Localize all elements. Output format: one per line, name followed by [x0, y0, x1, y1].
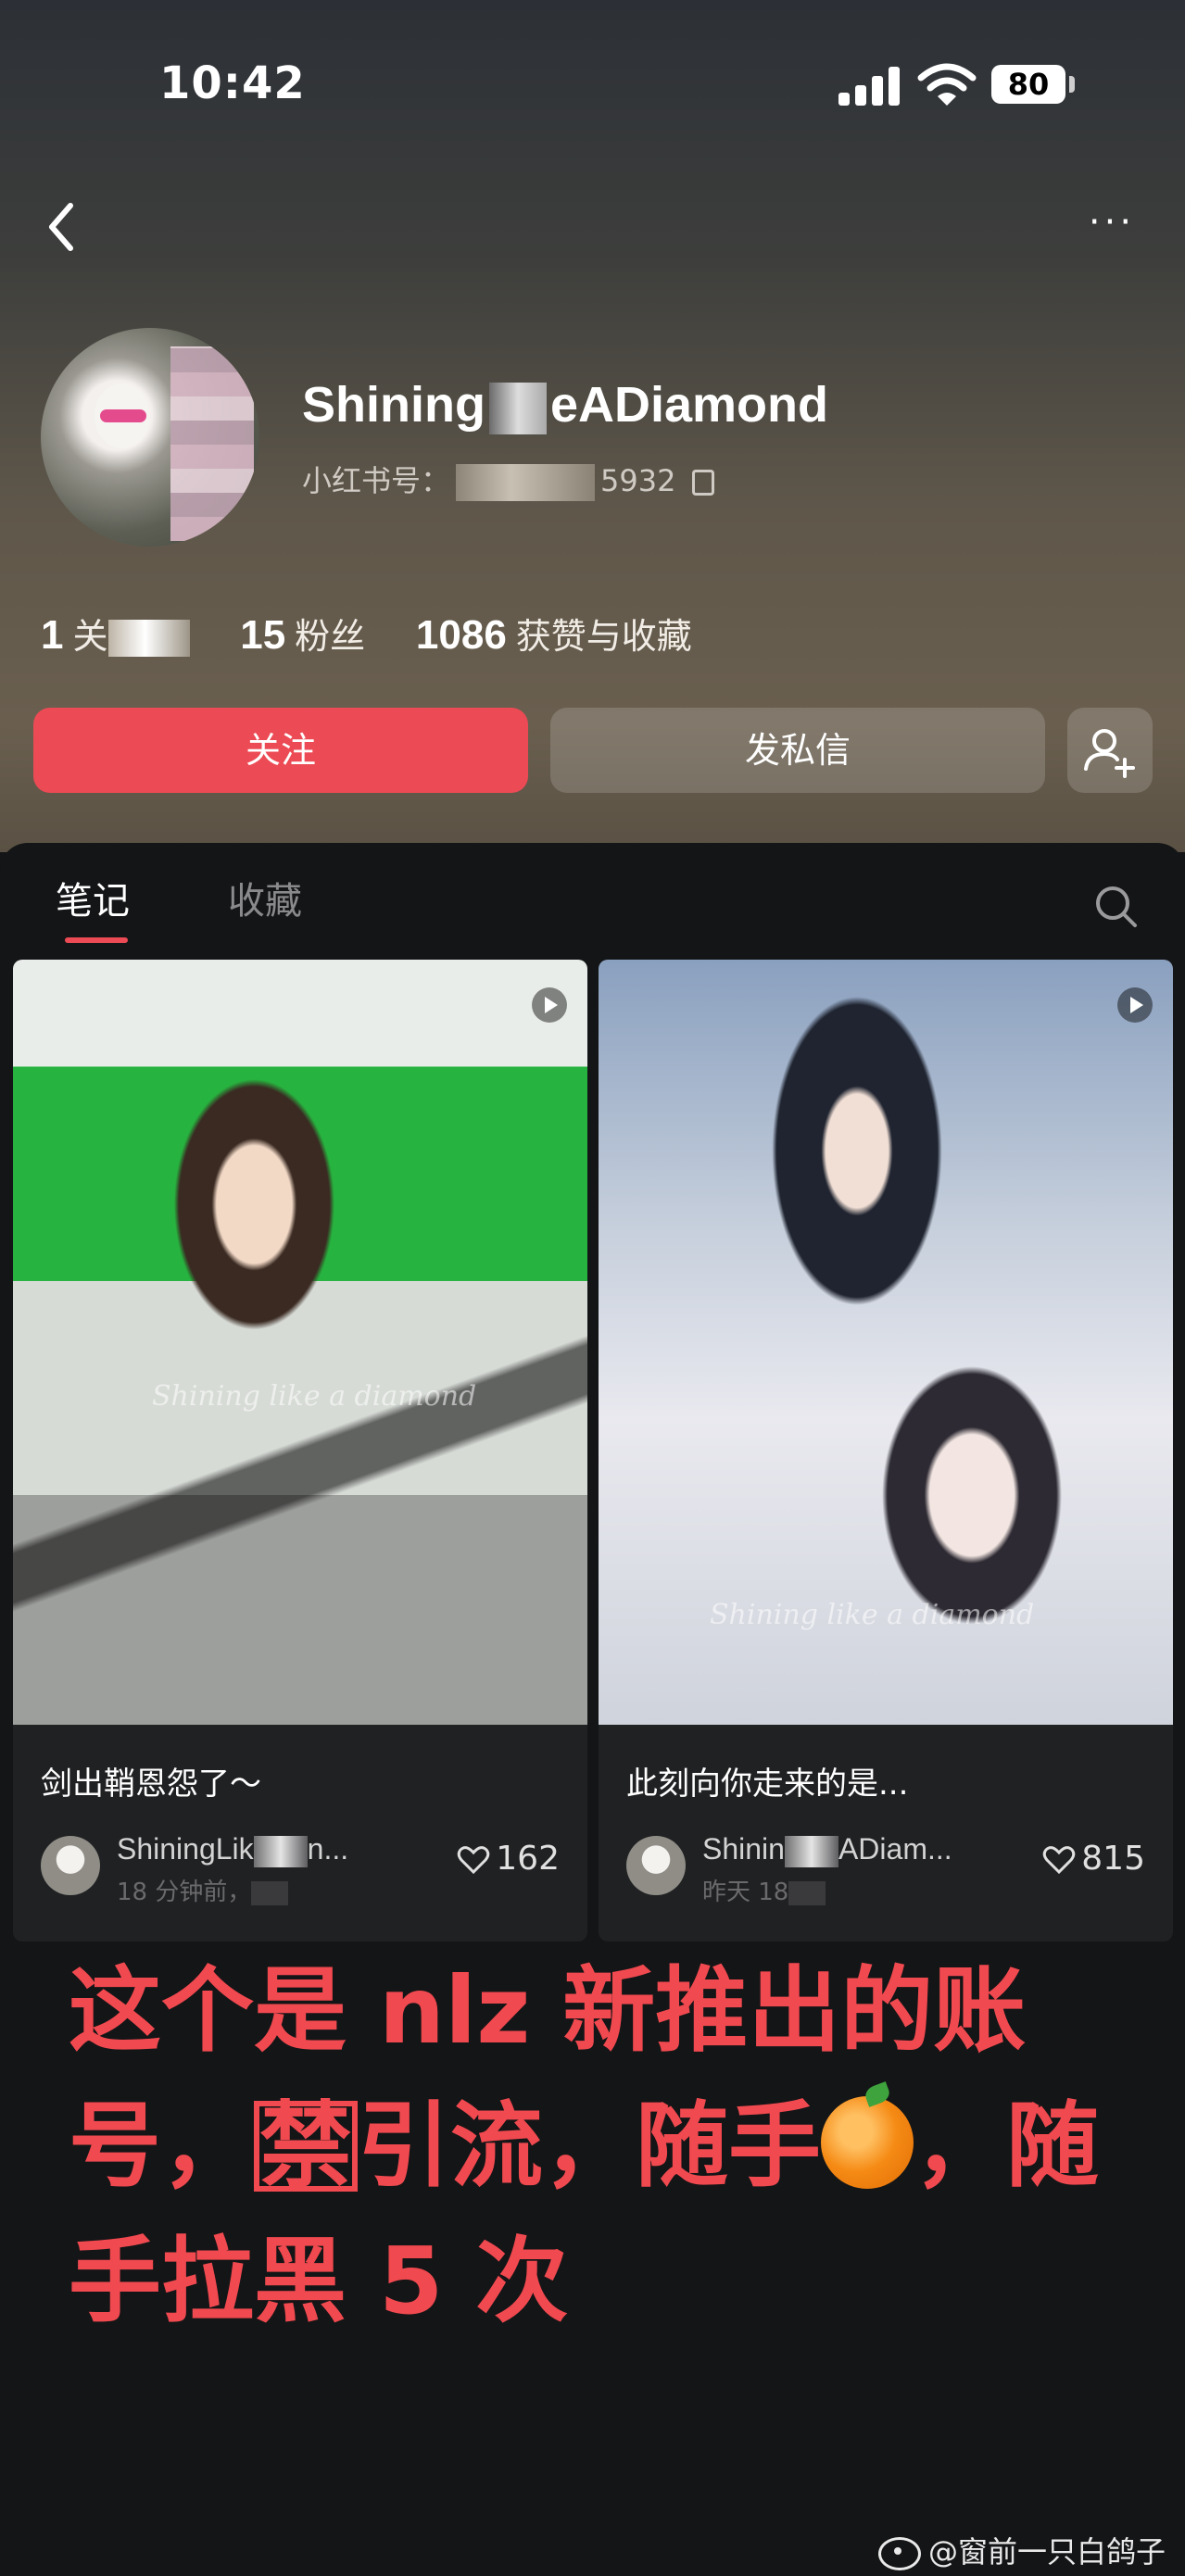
- like-count: 162: [496, 1840, 560, 1878]
- note-card[interactable]: Shining like a diamond 剑出鞘恩怨了～ ShiningLi…: [13, 960, 587, 1941]
- author-avatar: [626, 1836, 686, 1895]
- caption-line-3: 手拉黑 5 次: [69, 2227, 569, 2335]
- note-title: 剑出鞘恩怨了～: [41, 1766, 261, 1803]
- like-count: 815: [1081, 1840, 1145, 1878]
- username-end: eADiamond: [549, 377, 829, 433]
- author-mosaic: [253, 1835, 308, 1867]
- stat-following-mosaic: [107, 620, 190, 657]
- video-play-icon: [1117, 987, 1153, 1023]
- note-author: ShiningLik n...: [117, 1832, 348, 1867]
- note-title: 此刻向你走来的是...: [626, 1766, 909, 1803]
- status-bar: 10:42 80: [0, 0, 1185, 167]
- author-avatar: [41, 1836, 100, 1895]
- weibo-watermark: @窗前一只白鸽子: [878, 2529, 1166, 2571]
- add-friend-button[interactable]: [1067, 708, 1153, 793]
- like-button[interactable]: 162: [457, 1840, 560, 1878]
- author-end: ADiam...: [838, 1832, 952, 1866]
- overlay-caption: 这个是 nlz 新推出的账 号，禁引流，随手 ，随 手拉黑 5 次: [69, 1943, 1185, 2349]
- avatar[interactable]: [41, 328, 259, 547]
- message-button[interactable]: 发私信: [550, 708, 1045, 793]
- username-start: Shining: [302, 377, 485, 433]
- author-start: Shinin: [702, 1832, 785, 1866]
- caption-line-1: 这个是 nlz 新推出的账: [69, 1956, 1027, 2065]
- tab-active-indicator: [65, 937, 128, 943]
- stat-following[interactable]: 1关: [41, 608, 190, 659]
- cover-watermark: Shining like a diamond: [710, 1599, 1035, 1631]
- weibo-icon: [878, 2537, 921, 2570]
- stat-likes[interactable]: 1086 获赞与收藏: [416, 608, 692, 659]
- redbook-id-label: 小红书号：: [302, 463, 451, 498]
- redbook-id: 小红书号： 5932: [302, 458, 715, 501]
- profile-stats: 1关 15 粉丝 1086 获赞与收藏: [41, 608, 731, 659]
- redbook-id-mosaic: [456, 464, 596, 501]
- like-button[interactable]: 815: [1042, 1840, 1145, 1878]
- stat-likes-value: 1086: [415, 612, 507, 658]
- follow-button[interactable]: 关注: [33, 708, 528, 793]
- copy-icon[interactable]: [692, 470, 715, 496]
- back-button[interactable]: [41, 195, 87, 259]
- stat-followers-label: 粉丝: [295, 616, 366, 657]
- tab-collections[interactable]: 收藏: [228, 871, 302, 924]
- stat-followers[interactable]: 15 粉丝: [240, 608, 365, 659]
- stat-followers-value: 15: [240, 612, 286, 658]
- note-time-mosaic: [788, 1880, 826, 1905]
- caption-line-2-pre: 号，: [69, 2092, 254, 2200]
- author-mosaic: [784, 1835, 838, 1867]
- note-time-text: 昨天 18: [702, 1879, 789, 1906]
- battery-icon: 80: [991, 65, 1065, 104]
- caption-line-2-post: ，随: [914, 2092, 1099, 2200]
- author-end: n...: [307, 1832, 349, 1866]
- more-options-button[interactable]: ···: [1082, 204, 1141, 241]
- note-author: Shinin ADiam...: [702, 1832, 952, 1867]
- stat-following-value: 1: [41, 612, 64, 658]
- cover-watermark: Shining like a diamond: [152, 1380, 477, 1413]
- wifi-icon: [917, 63, 977, 106]
- profile-tabs: 笔记 收藏: [0, 861, 1185, 954]
- orange-emoji-icon: [821, 2096, 914, 2189]
- note-cover-image: [13, 960, 587, 1725]
- note-card[interactable]: Shining like a diamond 此刻向你走来的是... Shini…: [599, 960, 1173, 1941]
- caption-ban-char: 禁: [254, 2100, 358, 2193]
- battery-tip: [1069, 76, 1075, 93]
- status-time: 10:42: [159, 57, 306, 109]
- tab-notes[interactable]: 笔记: [56, 871, 130, 924]
- heart-icon: [1043, 1846, 1076, 1875]
- caption-line-2: 号，禁引流，随手 ，随: [69, 2079, 1185, 2214]
- note-time-mosaic: [251, 1880, 289, 1905]
- weibo-watermark-text: @窗前一只白鸽子: [928, 2534, 1166, 2570]
- stat-likes-label: 获赞与收藏: [515, 616, 692, 657]
- author-start: ShiningLik: [117, 1832, 254, 1866]
- search-icon[interactable]: [1091, 882, 1140, 930]
- redbook-id-suffix: 5932: [600, 463, 676, 498]
- username-mosaic: [488, 382, 547, 434]
- stat-following-label: 关: [72, 616, 108, 657]
- note-time-text: 18 分钟前，: [117, 1879, 252, 1906]
- heart-icon: [458, 1846, 490, 1875]
- video-play-icon: [532, 987, 567, 1023]
- cellular-signal-icon: [838, 67, 901, 106]
- profile-username: Shining eADiamond: [302, 376, 828, 434]
- note-time: 18 分钟前，: [117, 1873, 289, 1907]
- caption-line-2-mid: 引流，随手: [358, 2092, 821, 2200]
- note-time: 昨天 18: [702, 1873, 826, 1907]
- avatar-glasses: [100, 409, 146, 422]
- avatar-mosaic: [170, 346, 254, 541]
